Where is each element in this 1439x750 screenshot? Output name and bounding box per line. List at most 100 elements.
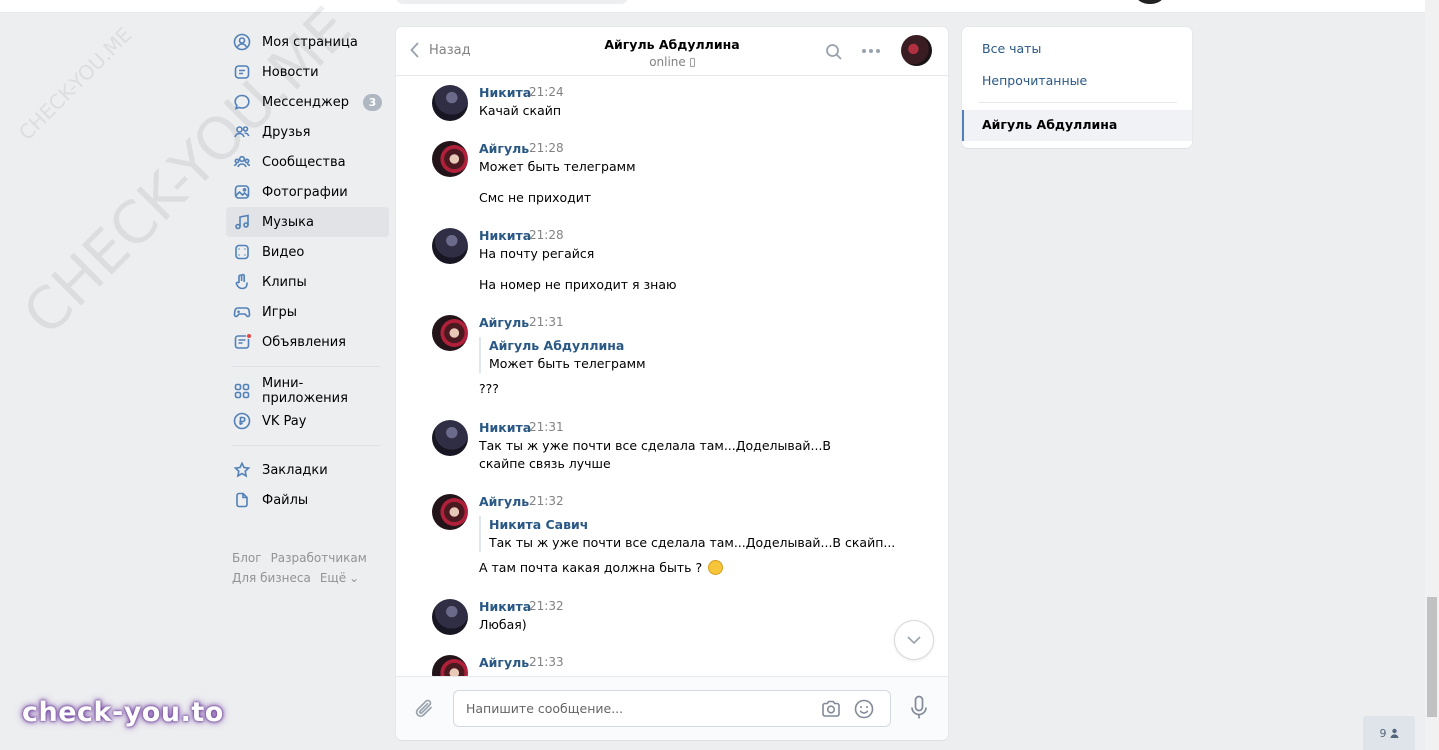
footer-link-business[interactable]: Для бизнеса (232, 571, 311, 585)
nav-item-friends[interactable]: Друзья (226, 117, 389, 147)
message-time[interactable]: 21:31 (529, 315, 564, 329)
author-name[interactable]: Айгуль (479, 655, 529, 670)
footer-link-dev[interactable]: Разработчикам (271, 551, 367, 565)
message-time[interactable]: 21:24 (529, 85, 564, 99)
nav-label: Файлы (262, 492, 309, 508)
author-name[interactable]: Никита (479, 420, 531, 435)
author-name[interactable]: Айгуль (479, 315, 529, 330)
clips-icon (233, 273, 251, 291)
nav-item-my-page[interactable]: Моя страница (226, 27, 389, 57)
avatar[interactable] (432, 141, 468, 177)
nav-label: Видео (262, 244, 305, 260)
page-scrollbar[interactable] (1425, 0, 1439, 750)
chat-panel: Назад Айгуль Абдуллина online Никита 21:… (396, 27, 948, 740)
chat-bubble-icon (233, 93, 251, 111)
reply-author: Никита Савич (489, 517, 589, 532)
nav-label: Мессенджер (262, 94, 349, 110)
nav-item-clips[interactable]: Клипы (226, 267, 389, 297)
nav-divider (232, 366, 380, 367)
top-search-field[interactable] (396, 0, 628, 4)
emoji-smile-icon[interactable] (853, 698, 875, 720)
filter-all-chats[interactable]: Все чаты (982, 41, 1041, 56)
nav-item-ads[interactable]: Объявления (226, 327, 389, 357)
video-icon (233, 243, 251, 261)
music-icon (233, 213, 251, 231)
message-input[interactable] (466, 691, 806, 726)
footer-link-more[interactable]: Ещё ⌄ (320, 571, 368, 585)
author-name[interactable]: Никита (479, 85, 531, 100)
photo-icon (233, 183, 251, 201)
nav-divider (232, 445, 380, 446)
avatar[interactable] (432, 494, 468, 530)
nav-label: Клипы (262, 274, 307, 290)
scroll-to-bottom-button[interactable] (894, 620, 934, 660)
message-composer (396, 676, 948, 740)
online-friends-widget[interactable]: 9 (1363, 716, 1415, 750)
nav-item-mini-apps[interactable]: Мини-приложения (226, 376, 389, 406)
nav-item-photos[interactable]: Фотографии (226, 177, 389, 207)
nav-item-communities[interactable]: Сообщества (226, 147, 389, 177)
microphone-icon[interactable] (908, 695, 930, 721)
chevron-down-icon: ⌄ (349, 571, 360, 585)
nav-item-vk-pay[interactable]: VK Pay (226, 406, 389, 436)
nav-label: Закладки (262, 462, 328, 478)
nav-item-music[interactable]: Музыка (226, 207, 389, 237)
nav-item-files[interactable]: Файлы (226, 485, 389, 515)
message-time[interactable]: 21:31 (529, 420, 564, 434)
reply-text: Может быть телеграмм (489, 356, 646, 371)
reply-author: Айгуль Абдуллина (489, 338, 625, 353)
nav-item-news[interactable]: Новости (226, 57, 389, 87)
avatar[interactable] (432, 655, 468, 677)
author-name[interactable]: Никита (479, 599, 531, 614)
attach-icon[interactable] (414, 697, 436, 721)
more-options-icon[interactable] (862, 49, 880, 53)
scrollbar-thumb[interactable] (1427, 597, 1437, 717)
nav-item-games[interactable]: Игры (226, 297, 389, 327)
nav-label: Объявления (262, 334, 346, 350)
footer-more-label: Ещё (319, 571, 347, 585)
message-text-row: А там почта какая должна быть ? (479, 559, 859, 577)
avatar[interactable] (432, 85, 468, 121)
message-time[interactable]: 21:33 (529, 655, 564, 669)
message-time[interactable]: 21:32 (529, 494, 564, 508)
nav-label: VK Pay (262, 413, 307, 429)
message-time[interactable]: 21:28 (529, 228, 564, 242)
avatar[interactable] (432, 228, 468, 264)
chat-status: online (396, 55, 948, 69)
nav-item-video[interactable]: Видео (226, 237, 389, 267)
filter-unread[interactable]: Непрочитанные (982, 73, 1087, 88)
nav-label: Фотографии (262, 184, 348, 200)
nav-item-bookmarks[interactable]: Закладки (226, 455, 389, 485)
footer-link-blog[interactable]: Блог (232, 551, 262, 565)
avatar[interactable] (432, 420, 468, 456)
chevron-down-icon (907, 636, 921, 644)
reply-text: Так ты ж уже почти все сделала там...Дод… (489, 535, 896, 550)
panel-divider (978, 102, 1177, 103)
top-user-avatar[interactable] (1136, 0, 1164, 4)
messenger-unread-badge: 3 (363, 94, 382, 111)
person-icon (1390, 728, 1398, 738)
message-input-box[interactable] (453, 690, 891, 727)
message-time[interactable]: 21:28 (529, 141, 564, 155)
author-name[interactable]: Айгуль (479, 141, 529, 156)
message-text: А там почта какая должна быть ? (479, 560, 703, 575)
author-name[interactable]: Никита (479, 228, 531, 243)
camera-icon[interactable] (820, 699, 842, 719)
nav-label: Игры (262, 304, 298, 320)
nav-footer: Блог Разработчикам Для бизнеса Ещё ⌄ (226, 548, 389, 588)
avatar[interactable] (432, 315, 468, 351)
nav-item-messenger[interactable]: Мессенджер 3 (226, 87, 389, 117)
chat-filter-panel: Все чаты Непрочитанные Айгуль Абдуллина (962, 27, 1192, 148)
nav-label: Музыка (262, 214, 314, 230)
avatar[interactable] (432, 599, 468, 635)
author-name[interactable]: Айгуль (479, 494, 529, 509)
search-icon[interactable] (825, 43, 843, 61)
quoted-reply[interactable]: Айгуль Абдуллина Может быть телеграмм (479, 337, 859, 373)
quoted-reply[interactable]: Никита Савич Так ты ж уже почти все сдел… (479, 516, 896, 552)
user-circle-icon (233, 33, 251, 51)
active-chat-item[interactable]: Айгуль Абдуллина (962, 110, 1192, 141)
status-text: online (649, 55, 686, 69)
message-time[interactable]: 21:32 (529, 599, 564, 613)
chat-avatar[interactable] (901, 35, 932, 66)
thinking-emoji-icon (708, 560, 724, 575)
